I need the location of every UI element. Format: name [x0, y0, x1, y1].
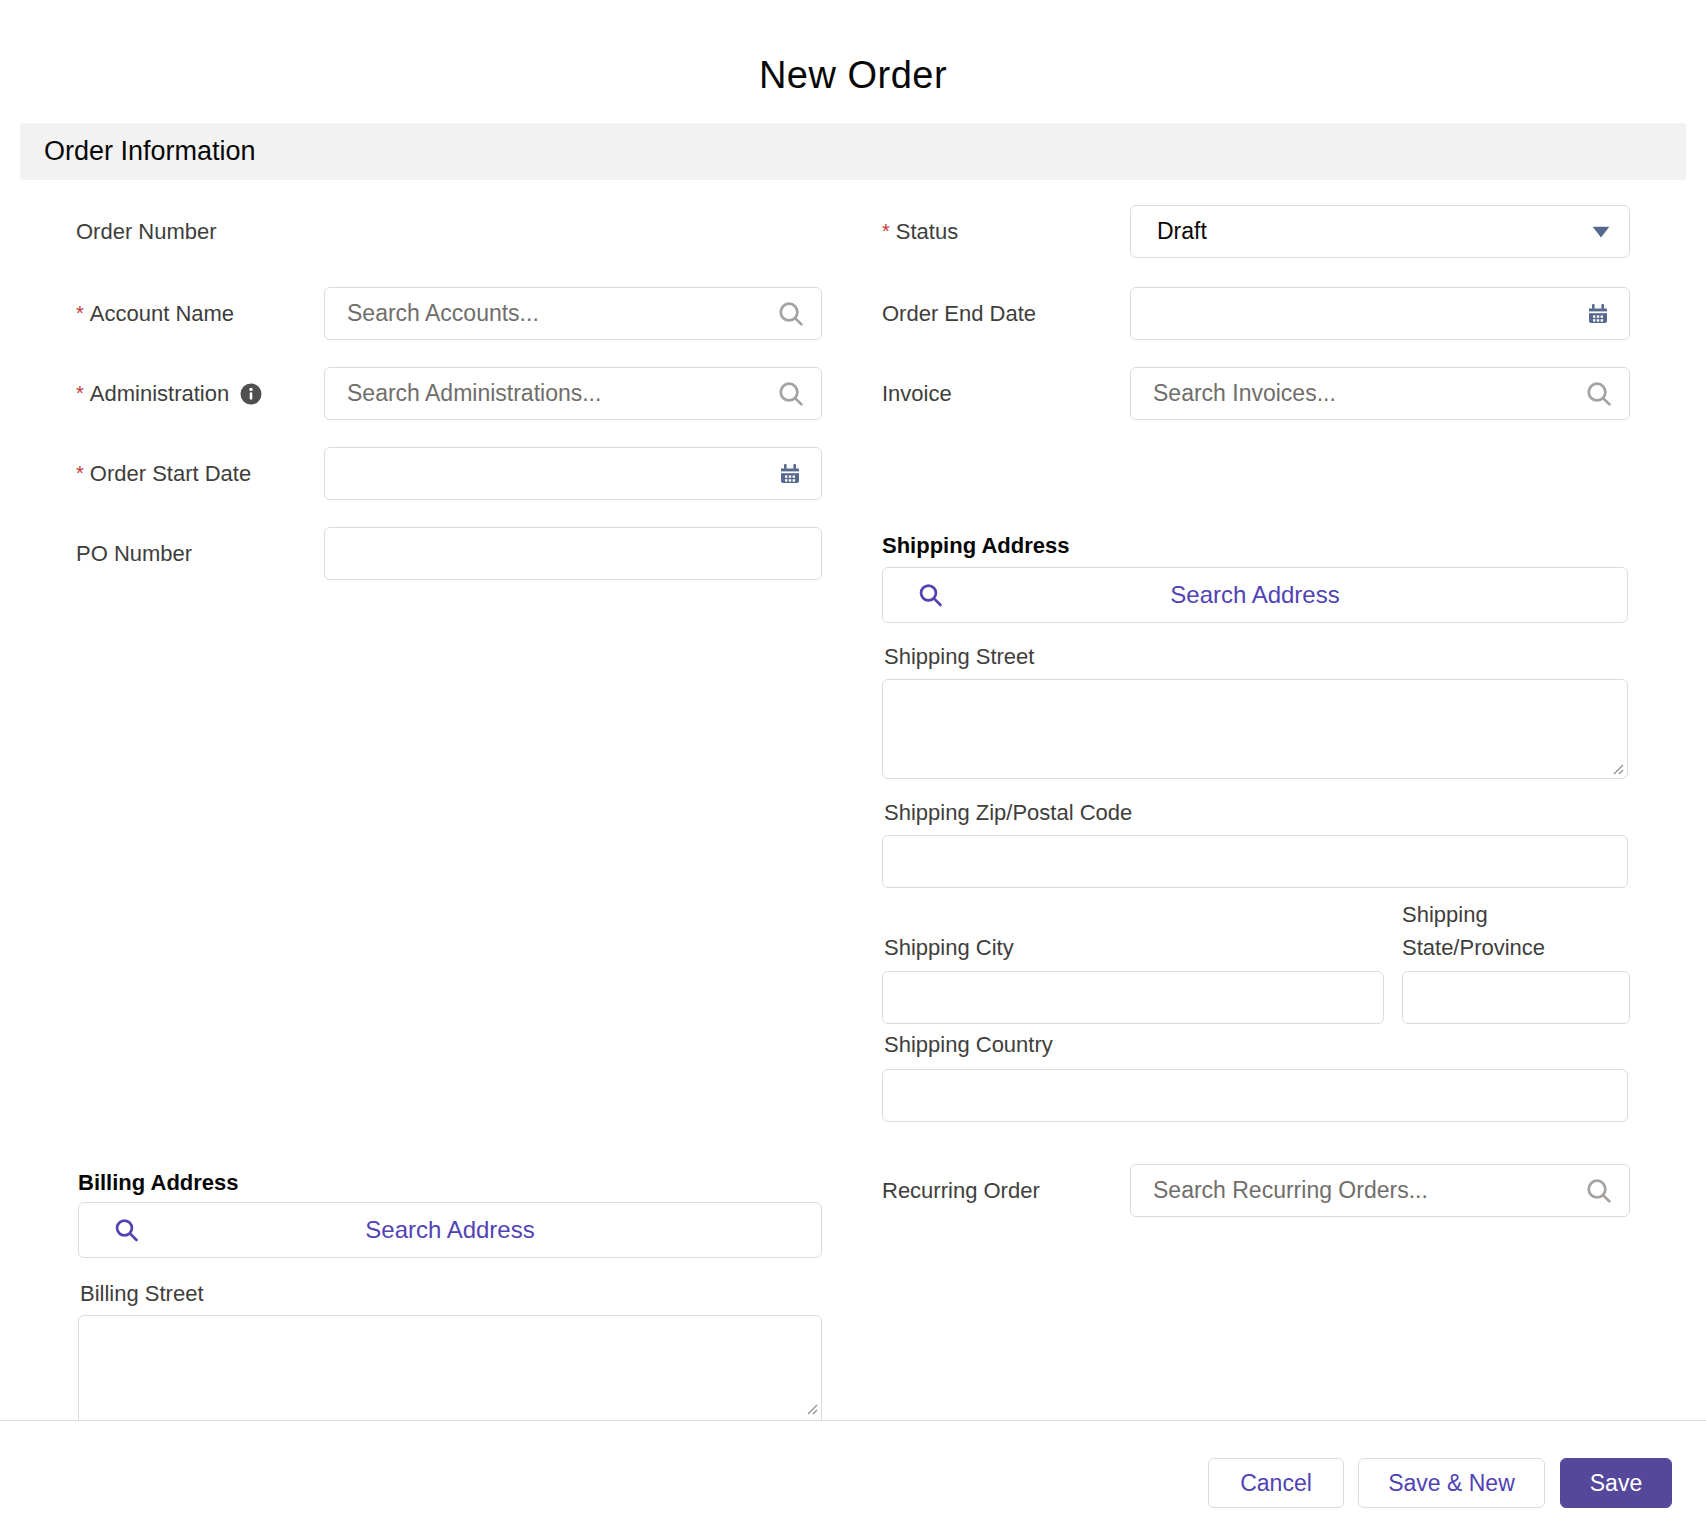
- shipping-search-address-field: Search Address: [882, 567, 1628, 623]
- account-name-label: *Account Name: [76, 287, 316, 340]
- shipping-street-label: Shipping Street: [884, 644, 1034, 670]
- recurring-order-input[interactable]: [1130, 1164, 1630, 1217]
- administration-input[interactable]: [324, 367, 822, 420]
- shipping-country-label: Shipping Country: [884, 1032, 1053, 1058]
- modal-title: New Order: [0, 54, 1706, 97]
- shipping-country-input[interactable]: [882, 1069, 1628, 1122]
- po-number-input[interactable]: [324, 527, 822, 580]
- shipping-street-textarea[interactable]: [882, 679, 1628, 779]
- billing-street-textarea[interactable]: [78, 1315, 822, 1427]
- invoice-input[interactable]: [1130, 367, 1630, 420]
- recurring-order-lookup-field: [1130, 1164, 1630, 1217]
- po-number-field: [324, 527, 822, 580]
- resize-handle[interactable]: [805, 1402, 818, 1415]
- section-header-order-information: Order Information: [20, 123, 1686, 180]
- account-name-lookup-field: [324, 287, 822, 340]
- shipping-street-field: [882, 679, 1628, 779]
- shipping-state-label: Shipping State/Province: [1402, 898, 1602, 964]
- status-field: Draft: [1130, 205, 1630, 258]
- billing-street-label: Billing Street: [80, 1281, 204, 1307]
- order-start-date-label: *Order Start Date: [76, 447, 316, 500]
- order-end-date-label: Order End Date: [882, 287, 1122, 340]
- order-end-date-input[interactable]: [1130, 287, 1630, 340]
- shipping-zip-label: Shipping Zip/Postal Code: [884, 800, 1132, 826]
- shipping-country-field: [882, 1069, 1628, 1122]
- billing-address-header: Billing Address: [78, 1169, 239, 1197]
- required-asterisk: *: [76, 462, 84, 485]
- order-end-date-field: [1130, 287, 1630, 340]
- invoice-label: Invoice: [882, 367, 1122, 420]
- billing-search-address-button[interactable]: Search Address: [78, 1202, 822, 1258]
- search-icon: [113, 1217, 140, 1244]
- shipping-city-input[interactable]: [882, 971, 1384, 1024]
- invoice-lookup-field: [1130, 367, 1630, 420]
- order-number-label: Order Number: [76, 205, 316, 258]
- administration-lookup-field: [324, 367, 822, 420]
- save-and-new-button[interactable]: Save & New: [1358, 1458, 1545, 1508]
- shipping-city-label: Shipping City: [884, 935, 1014, 961]
- required-asterisk: *: [76, 382, 84, 405]
- billing-street-field: [78, 1315, 822, 1427]
- shipping-search-address-button[interactable]: Search Address: [882, 567, 1628, 623]
- shipping-city-field: [882, 971, 1384, 1024]
- status-select[interactable]: Draft: [1130, 205, 1630, 258]
- required-asterisk: *: [76, 302, 84, 325]
- billing-search-address-field: Search Address: [78, 1202, 822, 1258]
- account-name-input[interactable]: [324, 287, 822, 340]
- recurring-order-label: Recurring Order: [882, 1164, 1122, 1217]
- order-start-date-input[interactable]: [324, 447, 822, 500]
- order-start-date-field: [324, 447, 822, 500]
- shipping-address-header: Shipping Address: [882, 532, 1069, 560]
- shipping-state-input[interactable]: [1402, 971, 1630, 1024]
- save-button[interactable]: Save: [1560, 1458, 1672, 1508]
- status-label: *Status: [882, 205, 1122, 258]
- cancel-button[interactable]: Cancel: [1208, 1458, 1344, 1508]
- shipping-state-field: [1402, 971, 1630, 1024]
- search-icon: [917, 582, 944, 609]
- shipping-zip-field: [882, 835, 1628, 888]
- administration-label: *Administration: [76, 367, 356, 420]
- required-asterisk: *: [882, 220, 890, 243]
- po-number-label: PO Number: [76, 527, 316, 580]
- info-icon[interactable]: [239, 382, 263, 406]
- shipping-zip-input[interactable]: [882, 835, 1628, 888]
- resize-handle[interactable]: [1611, 762, 1624, 775]
